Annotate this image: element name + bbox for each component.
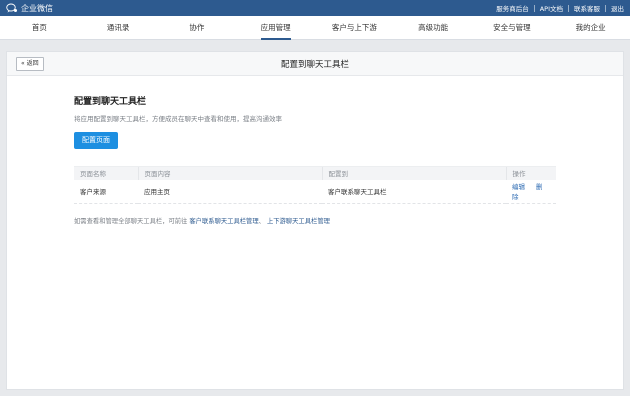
brand-name: 企业微信 — [21, 3, 53, 13]
col-page-content: 页面内容 — [137, 166, 322, 180]
wecom-logo-icon — [6, 3, 17, 13]
upstream-toolbar-manage-link[interactable]: 上下游聊天工具栏管理 — [267, 218, 330, 225]
cell-page-content: 应用主页 — [138, 179, 322, 204]
section-title: 配置到聊天工具栏 — [74, 97, 147, 107]
provider-console-link[interactable]: 服务商后台 — [496, 3, 529, 13]
footer-note: 如需查看和管理全部聊天工具栏，可前往 客户联系聊天工具栏管理、 上下游聊天工具栏… — [74, 216, 556, 225]
edit-link[interactable]: 编辑 — [512, 183, 525, 191]
nav-item-customers[interactable]: 客户与上下游 — [315, 16, 394, 39]
cell-actions: 编辑 删除 — [506, 179, 556, 204]
contact-support-link[interactable]: 联系客服 — [574, 3, 600, 13]
configure-page-button[interactable]: 配置页面 — [74, 132, 118, 149]
nav-item-collaboration[interactable]: 协作 — [158, 16, 237, 39]
nav-item-advanced[interactable]: 高级功能 — [394, 16, 473, 39]
footer-text: 如需查看和管理全部聊天工具栏，可前往 — [74, 218, 188, 225]
nav-item-app-management[interactable]: 应用管理 — [236, 16, 315, 40]
back-button[interactable]: « 返回 — [16, 57, 44, 71]
main-card: « 返回 配置到聊天工具栏 配置到聊天工具栏 将应用配置到聊天工具栏，方便成员在… — [6, 51, 624, 390]
nav-item-home[interactable]: 首页 — [0, 16, 79, 39]
cell-config-target: 客户联系聊天工具栏 — [322, 179, 506, 204]
section-description: 将应用配置到聊天工具栏，方便成员在聊天中查看和使用，提高沟通效率 — [74, 115, 282, 123]
divider — [533, 4, 535, 12]
card-header: « 返回 配置到聊天工具栏 — [7, 52, 623, 76]
top-bar: 企业微信 服务商后台 API文档 联系客服 退出 — [0, 0, 630, 16]
nav-item-security[interactable]: 安全与管理 — [473, 16, 552, 39]
api-docs-link[interactable]: API文档 — [540, 3, 563, 13]
content-area: 配置到聊天工具栏 将应用配置到聊天工具栏，方便成员在聊天中查看和使用，提高沟通效… — [74, 94, 556, 225]
config-table: 页面名称 页面内容 配置到 操作 客户来源 应用主页 客户联系聊天工具栏 编辑删… — [74, 166, 556, 204]
cell-page-name: 客户来源 — [74, 179, 138, 204]
top-links: 服务商后台 API文档 联系客服 退出 — [496, 3, 624, 13]
main-nav: 首页 通讯录 协作 应用管理 客户与上下游 高级功能 安全与管理 我的企业 — [0, 16, 630, 40]
customer-toolbar-manage-link[interactable]: 客户联系聊天工具栏管理 — [189, 218, 258, 225]
table-header-row: 页面名称 页面内容 配置到 操作 — [74, 166, 556, 180]
divider — [568, 4, 569, 12]
col-config-target: 配置到 — [321, 166, 506, 180]
brand[interactable]: 企业微信 — [6, 3, 53, 14]
nav-item-contacts[interactable]: 通讯录 — [79, 16, 158, 39]
footer-separator: 、 — [258, 218, 265, 225]
nav-item-my-company[interactable]: 我的企业 — [551, 16, 630, 39]
col-page-name: 页面名称 — [74, 166, 138, 180]
logout-link[interactable]: 退出 — [611, 3, 624, 13]
col-actions: 操作 — [505, 166, 556, 180]
page-title: 配置到聊天工具栏 — [280, 59, 349, 70]
table-row: 客户来源 应用主页 客户联系聊天工具栏 编辑 删除 — [74, 179, 556, 204]
divider — [605, 4, 606, 12]
